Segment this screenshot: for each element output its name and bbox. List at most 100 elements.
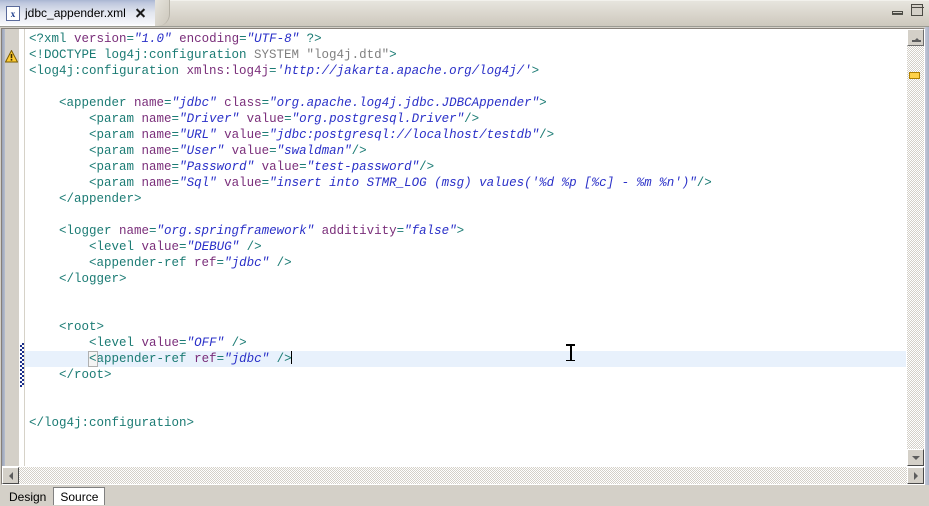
code-line[interactable]: <param name="Sql" value="insert into STM… <box>25 175 906 191</box>
code-token-tag: /> <box>269 352 292 366</box>
code-token-attr: version <box>74 32 127 46</box>
code-line[interactable] <box>25 399 906 415</box>
scroll-left-button[interactable] <box>2 467 19 484</box>
code-token-attr: name <box>142 128 172 142</box>
code-token-val: "OFF" <box>187 336 225 350</box>
code-line[interactable]: <level value="DEBUG" /> <box>25 239 906 255</box>
code-token-tag: </root> <box>29 368 112 382</box>
code-token-attr: class <box>224 96 262 110</box>
code-token-tag: /> <box>697 176 712 190</box>
editor-tab-bar: x jdbc_appender.xml <box>0 0 929 27</box>
code-token-val: "DEBUG" <box>187 240 240 254</box>
code-token-val: "jdbc" <box>172 96 217 110</box>
code-token-tag: = <box>127 32 135 46</box>
editor-tab-jdbc-appender-xml[interactable]: x jdbc_appender.xml <box>0 0 157 26</box>
code-token-tag: = <box>149 224 157 238</box>
code-token-val: "jdbc" <box>224 352 269 366</box>
code-line[interactable] <box>25 303 906 319</box>
scroll-down-button[interactable] <box>907 449 924 466</box>
code-token-tag <box>217 128 225 142</box>
page-tab-source[interactable]: Source <box>53 487 105 506</box>
code-line[interactable]: <param name="URL" value="jdbc:postgresql… <box>25 127 906 143</box>
code-token-tag: > <box>457 224 465 238</box>
code-line[interactable]: </log4j:configuration> <box>25 415 906 431</box>
code-token-attr: value <box>232 144 270 158</box>
code-line[interactable]: <param name="Driver" value="org.postgres… <box>25 111 906 127</box>
overview-ruler-nav-button[interactable] <box>907 29 924 46</box>
code-token-tag: </appender> <box>29 192 142 206</box>
code-line[interactable]: <appender name="jdbc" class="org.apache.… <box>25 95 906 111</box>
code-line[interactable]: <param name="Password" value="test-passw… <box>25 159 906 175</box>
code-token-attr: name <box>142 144 172 158</box>
code-token-tag: <param <box>29 160 142 174</box>
code-token-val: "1.0" <box>134 32 172 46</box>
code-token-tag: > <box>389 48 397 62</box>
code-line[interactable]: <logger name="org.springframework" addit… <box>25 223 906 239</box>
code-line[interactable] <box>25 383 906 399</box>
code-token-tag: /> <box>419 160 434 174</box>
gutter-edge <box>2 29 5 466</box>
code-token-tag <box>254 160 262 174</box>
horizontal-scroll-track[interactable] <box>19 467 907 484</box>
code-line[interactable] <box>25 79 906 95</box>
code-token-tag: = <box>262 96 270 110</box>
code-line[interactable]: <level value="OFF" /> <box>25 335 906 351</box>
code-token-tag: = <box>284 112 292 126</box>
code-token-val: "jdbc" <box>224 256 269 270</box>
code-token-val: "false" <box>404 224 457 238</box>
code-token-tag: <!DOCTYPE log4j:configuration <box>29 48 254 62</box>
code-token-attr: ref <box>194 256 217 270</box>
code-token-tag: = <box>217 256 225 270</box>
code-token-tag: = <box>164 96 172 110</box>
code-token-tag: = <box>239 32 247 46</box>
code-editor-canvas[interactable]: <?xml version="1.0" encoding="UTF-8" ?><… <box>24 29 906 466</box>
close-icon[interactable] <box>134 7 146 19</box>
code-token-tag: = <box>179 240 187 254</box>
warning-icon[interactable] <box>5 50 18 63</box>
code-token-val: "Password" <box>179 160 254 174</box>
code-line[interactable]: <?xml version="1.0" encoding="UTF-8" ?> <box>25 31 906 47</box>
code-token-attr: value <box>247 112 285 126</box>
code-token-doct: SYSTEM "log4j.dtd" <box>254 48 389 62</box>
code-token-attr: value <box>224 176 262 190</box>
marker-gutter[interactable] <box>2 29 20 466</box>
code-line[interactable]: <root> <box>25 319 906 335</box>
minimize-icon[interactable] <box>892 5 903 15</box>
overview-ruler-warning-mark[interactable] <box>909 72 920 79</box>
overview-ruler-track[interactable] <box>907 46 924 449</box>
code-line[interactable] <box>25 287 906 303</box>
code-token-attr: name <box>119 224 149 238</box>
code-line[interactable] <box>25 207 906 223</box>
code-token-tag <box>239 112 247 126</box>
code-token-val: "jdbc:postgresql://localhost/testdb" <box>269 128 539 142</box>
code-token-tag <box>224 144 232 158</box>
horizontal-scrollbar[interactable] <box>2 466 924 484</box>
vertical-scrollbar[interactable] <box>906 29 924 466</box>
page-tab-design[interactable]: Design <box>2 487 53 506</box>
code-line[interactable]: </logger> <box>25 271 906 287</box>
code-line[interactable]: <param name="User" value="swaldman"/> <box>25 143 906 159</box>
code-line[interactable]: </appender> <box>25 191 906 207</box>
code-token-tag: = <box>262 128 270 142</box>
code-line[interactable]: <appender-ref ref="jdbc" /> <box>25 255 906 271</box>
code-line[interactable]: <log4j:configuration xmlns:log4j='http:/… <box>25 63 906 79</box>
code-token-tag: /> <box>464 112 479 126</box>
code-lines[interactable]: <?xml version="1.0" encoding="UTF-8" ?><… <box>25 29 906 431</box>
code-line[interactable]: <!DOCTYPE log4j:configuration SYSTEM "lo… <box>25 47 906 63</box>
editor-body: <?xml version="1.0" encoding="UTF-8" ?><… <box>2 29 924 466</box>
scroll-right-button[interactable] <box>907 467 924 484</box>
code-token-tag: <appender <box>29 96 134 110</box>
code-token-tag <box>217 96 225 110</box>
code-line-current[interactable]: <appender-ref ref="jdbc" /> <box>25 351 906 367</box>
code-token-val: "swaldman" <box>277 144 352 158</box>
code-token-val: "Sql" <box>179 176 217 190</box>
maximize-icon[interactable] <box>911 4 923 16</box>
code-token-tag <box>217 176 225 190</box>
code-token-tag: = <box>397 224 405 238</box>
code-line[interactable]: </root> <box>25 367 906 383</box>
code-token-val: "User" <box>179 144 224 158</box>
code-token-tag: <param <box>29 176 142 190</box>
code-token-attr: name <box>142 176 172 190</box>
editor-window: x jdbc_appender.xml <box>0 0 929 506</box>
code-token-tag <box>29 352 89 366</box>
